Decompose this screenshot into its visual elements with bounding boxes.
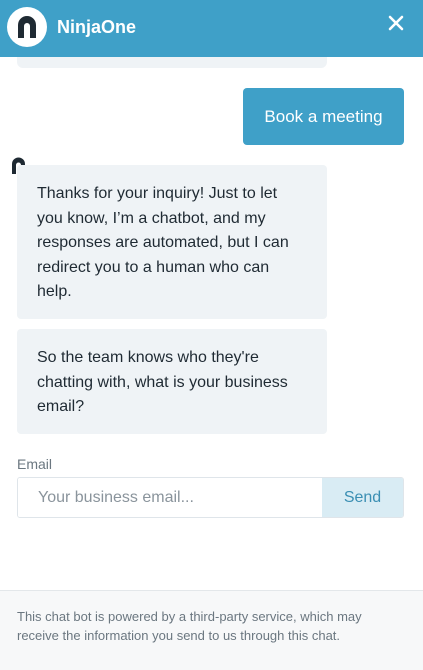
close-icon[interactable] (387, 14, 405, 32)
bot-message: So the team knows who they're chatting w… (17, 329, 327, 434)
send-button[interactable]: Send (322, 478, 403, 517)
bot-message: Thanks for your inquiry! Just to let you… (17, 165, 327, 319)
close-button[interactable] (387, 14, 405, 32)
footer-disclaimer: This chat bot is powered by a third-part… (0, 590, 423, 670)
ninjaone-logo-icon (18, 16, 36, 38)
ninjaone-logo-avatar (7, 7, 47, 47)
email-field-label: Email (17, 456, 53, 472)
book-meeting-button[interactable]: Book a meeting (243, 88, 404, 145)
chat-title: NinjaOne (57, 17, 137, 37)
previous-message-bubble (17, 57, 327, 68)
chat-header: NinjaOne (0, 0, 423, 57)
email-field[interactable] (18, 478, 322, 517)
email-form: Send (17, 477, 404, 518)
